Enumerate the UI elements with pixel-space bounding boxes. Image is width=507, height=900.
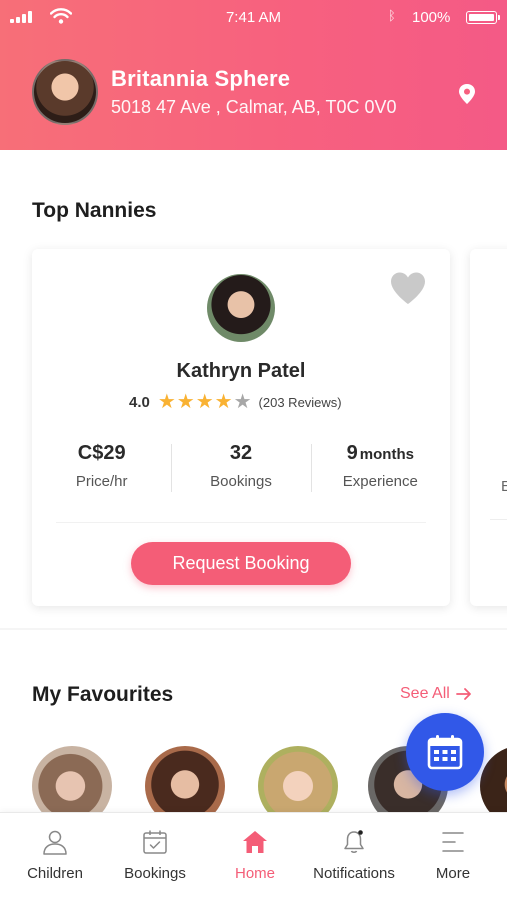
- nav-label: Children: [27, 865, 83, 882]
- stat-bookings: 32 Bookings: [171, 442, 310, 494]
- status-bar: 7:41 AM ᛒ 100%: [0, 0, 507, 36]
- nav-label: Home: [234, 865, 275, 882]
- peek-label: E: [501, 478, 507, 495]
- rating-value: 4.0: [129, 393, 150, 411]
- stat-label: Experience: [342, 473, 418, 490]
- request-booking-button[interactable]: Request Booking: [131, 542, 351, 585]
- stat-value: 9: [346, 442, 358, 464]
- nanny-card-next[interactable]: E: [470, 249, 507, 606]
- bell-icon: [344, 830, 364, 853]
- favourite-avatar[interactable]: [480, 746, 507, 812]
- profile-header: 7:41 AM ᛒ 100% Britannia Sphere 5018 47 …: [0, 0, 507, 150]
- star-icon: ★: [176, 391, 195, 413]
- nav-item-more[interactable]: More: [403, 813, 503, 900]
- section-divider: [0, 628, 507, 630]
- home-icon: [243, 831, 267, 853]
- stat-experience: 9 months Experience: [310, 442, 450, 494]
- bottom-nav: Children Bookings Home Notifications Mor…: [0, 812, 507, 900]
- see-all-label: See All: [400, 685, 450, 702]
- favourite-avatar[interactable]: [258, 746, 338, 812]
- stat-value: 32: [229, 442, 253, 464]
- card-divider: [490, 519, 507, 520]
- nav-label: Notifications: [313, 865, 395, 882]
- top-nannies-title: Top Nannies: [32, 199, 157, 222]
- nav-label: More: [435, 865, 471, 882]
- see-all-link[interactable]: See All: [400, 685, 472, 703]
- user-avatar[interactable]: [32, 59, 98, 125]
- star-icon: ★: [214, 391, 233, 413]
- nav-item-bookings[interactable]: Bookings: [105, 813, 205, 900]
- nanny-stats: C$29 Price/hr 32 Bookings 9 months Experi…: [32, 442, 450, 494]
- battery-icon: [466, 11, 500, 24]
- favourite-avatar[interactable]: [145, 746, 225, 812]
- person-icon: [43, 830, 67, 855]
- star-icon: ★: [195, 391, 214, 413]
- calendar-icon: [427, 735, 463, 770]
- menu-icon: [442, 832, 464, 852]
- nanny-card[interactable]: Kathryn Patel 4.0 ★ ★ ★ ★ ★ (203 Reviews…: [32, 249, 450, 606]
- calendar-check-icon: [143, 830, 167, 854]
- rating-row: 4.0 ★ ★ ★ ★ ★ (203 Reviews): [129, 392, 342, 412]
- stat-label: Price/hr: [75, 473, 128, 490]
- calendar-fab-button[interactable]: [406, 713, 484, 791]
- favourites-title: My Favourites: [32, 683, 174, 706]
- heart-icon[interactable]: [389, 271, 427, 305]
- battery-percent: 100%: [412, 9, 451, 26]
- location-pin-icon[interactable]: [457, 83, 477, 105]
- nav-item-notifications[interactable]: Notifications: [304, 813, 404, 900]
- stat-label: Bookings: [210, 473, 272, 490]
- nav-item-children[interactable]: Children: [5, 813, 105, 900]
- stat-unit: months: [359, 446, 414, 463]
- card-divider: [56, 522, 426, 523]
- reviews-count[interactable]: (203 Reviews): [259, 395, 342, 410]
- favourite-avatar[interactable]: [32, 746, 112, 812]
- nav-label: Bookings: [124, 865, 186, 882]
- user-address: 5018 47 Ave , Calmar, AB, T0C 0V0: [111, 97, 397, 117]
- star-empty-icon: ★: [233, 391, 252, 413]
- star-icon: ★: [157, 391, 176, 413]
- nanny-name: Kathryn Patel: [176, 360, 306, 382]
- user-name: Britannia Sphere: [111, 66, 291, 91]
- stat-value: C$29: [77, 442, 126, 464]
- bluetooth-icon: ᛒ: [388, 8, 396, 23]
- stat-price: C$29 Price/hr: [32, 442, 171, 494]
- nav-item-home[interactable]: Home: [205, 813, 305, 900]
- nanny-avatar: [207, 274, 275, 342]
- arrow-right-icon: [455, 688, 471, 700]
